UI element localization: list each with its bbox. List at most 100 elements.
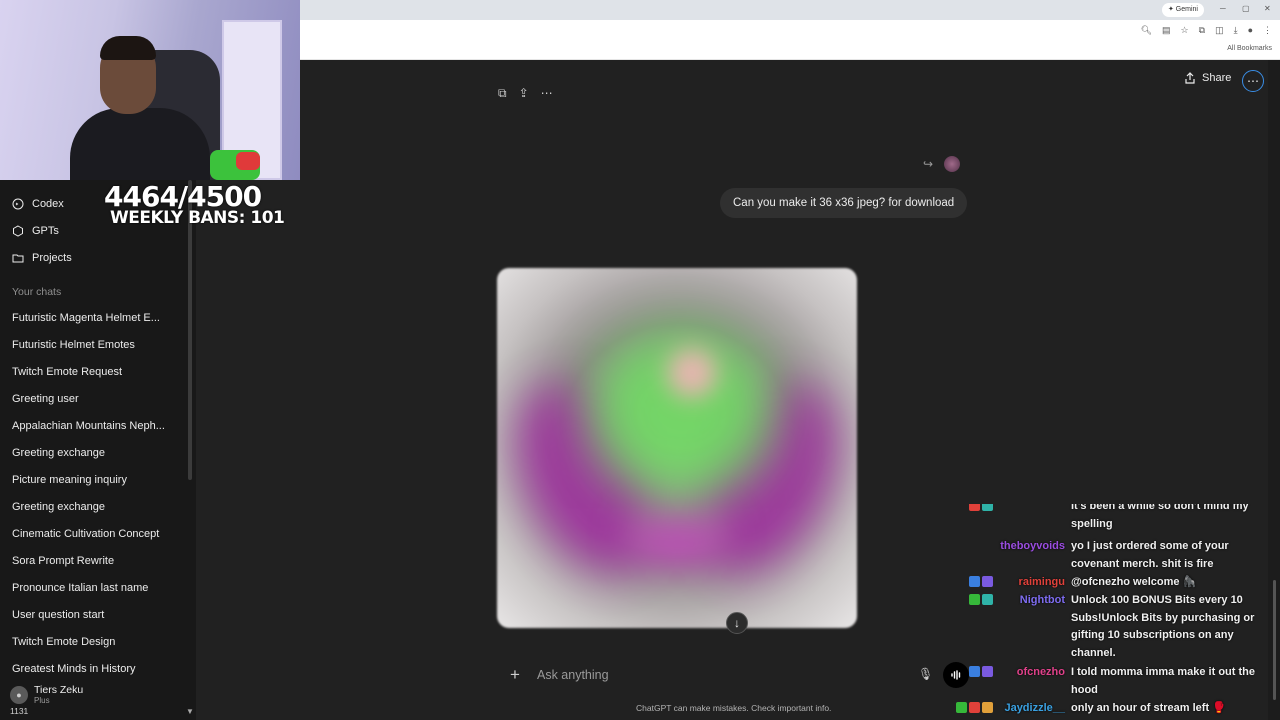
sidebar: Codex GPTs Projects Your chats Futuristi… <box>0 180 196 720</box>
account-info: Tiers Zeku Plus <box>34 684 83 705</box>
share-icon <box>1185 72 1195 84</box>
chat-badge <box>982 504 993 511</box>
chat-username: Nightbot <box>1019 594 1065 606</box>
avatar: ● <box>10 685 28 704</box>
gemini-button[interactable]: ✦ Gemini <box>1162 3 1204 17</box>
chat-badge <box>982 594 993 605</box>
arrow-down-icon: ↓ <box>734 616 740 630</box>
chat-username: theboyvoids <box>1000 540 1065 552</box>
chat-history-item[interactable]: User question start <box>12 609 182 621</box>
chat-badge <box>982 666 993 677</box>
chat-username: ofcnezho <box>1016 666 1065 678</box>
chat-history-item[interactable]: Sora Prompt Rewrite <box>12 555 182 567</box>
chat-text: I told momma imma make it out the hood <box>1071 666 1255 696</box>
scroll-down-button[interactable]: ↓ <box>726 612 748 634</box>
chat-history-item[interactable]: Pronounce Italian last name <box>12 582 182 594</box>
chat-history-item[interactable]: Cinematic Cultivation Concept <box>12 528 182 540</box>
chat-history-item[interactable]: Futuristic Magenta Helmet E... <box>12 312 182 324</box>
address-bar[interactable] <box>300 20 1280 42</box>
extensions-icon[interactable]: ⧉ <box>1199 25 1205 36</box>
chat-badges <box>969 576 993 587</box>
browser-toolbar: 🔍︎ ▤ ☆ ⧉ ◫ ⤓ ● ⋮ <box>1141 25 1272 36</box>
image-actions: ⧉ ⇪ ⋯ <box>498 86 553 101</box>
chat-history-item[interactable]: Appalachian Mountains Neph... <box>12 420 182 432</box>
more-icon[interactable]: ⋯ <box>541 86 553 101</box>
sidebar-item-label: Codex <box>32 198 64 210</box>
chat-badge <box>969 702 980 713</box>
image-blob <box>627 508 727 568</box>
browser-menu-icon[interactable]: ⋮ <box>1263 25 1272 36</box>
chat-badges <box>969 666 993 677</box>
webcam-toy <box>236 152 260 170</box>
webcam-overlay <box>0 0 300 180</box>
account-menu[interactable]: ● Tiers Zeku Plus <box>10 684 83 705</box>
page-icon[interactable]: ▤ <box>1162 25 1171 36</box>
more-options-button[interactable]: ⋯ <box>1242 70 1264 92</box>
weekly-bans: WEEKLY BANS: 101 <box>110 208 285 228</box>
profile-icon[interactable]: ● <box>1248 25 1253 36</box>
maximize-icon[interactable]: ▢ <box>1242 4 1250 13</box>
bookmark-star-icon[interactable]: ☆ <box>1181 25 1189 36</box>
sidebar-item-label: GPTs <box>32 225 59 237</box>
generated-image[interactable] <box>497 268 857 628</box>
chat-badges <box>969 594 993 605</box>
chat-badge <box>969 666 980 677</box>
sidebar-item-gpts[interactable]: GPTs <box>12 221 59 241</box>
share-button[interactable]: Share <box>1184 72 1231 84</box>
chat-history-item[interactable]: Futuristic Helmet Emotes <box>12 339 182 351</box>
chat-badge <box>969 594 980 605</box>
close-window-icon[interactable]: ✕ <box>1264 4 1271 13</box>
reply-icon: ↪ <box>923 157 934 171</box>
your-chats-heading: Your chats <box>12 286 62 298</box>
user-plan: Plus <box>34 696 50 705</box>
split-view-icon[interactable]: ◫ <box>1215 25 1224 36</box>
chat-history-item[interactable]: Greeting exchange <box>12 447 182 459</box>
stream-chat-overlay: It's been a while so don't mind my spell… <box>900 504 1268 720</box>
add-attachment-button[interactable]: + <box>510 665 520 685</box>
chat-badge <box>969 504 980 511</box>
ellipsis-icon: ⋯ <box>1247 74 1259 88</box>
chat-badge <box>982 576 993 587</box>
chat-text: yo I just ordered some of your covenant … <box>1071 540 1229 570</box>
share-image-icon[interactable]: ⇪ <box>519 86 529 101</box>
chat-text: only an hour of stream left 🥊 <box>1071 702 1226 714</box>
gpts-icon <box>13 225 23 237</box>
zoom-icon[interactable]: 🔍︎ <box>1141 25 1152 36</box>
chat-history-item[interactable]: Twitch Emote Design <box>12 636 182 648</box>
copy-icon[interactable]: ⧉ <box>498 86 507 101</box>
chat-username: raimingu <box>1018 576 1065 588</box>
codex-icon <box>12 198 24 210</box>
prompt-input[interactable]: Ask anything <box>537 668 609 682</box>
chat-text: Unlock 100 BONUS Bits every 10 Subs!Unlo… <box>1071 594 1255 659</box>
disclaimer-text: ChatGPT can make mistakes. Check importa… <box>636 703 832 713</box>
projects-icon <box>12 254 24 263</box>
minimize-icon[interactable]: ─ <box>1220 4 1226 13</box>
share-label: Share <box>1202 72 1232 84</box>
chat-badge <box>982 702 993 713</box>
attached-image-thumbnail[interactable] <box>944 156 960 172</box>
all-bookmarks-link[interactable]: All Bookmarks <box>1227 45 1272 52</box>
browser-tab-strip <box>300 0 1280 20</box>
sidebar-item-projects[interactable]: Projects <box>12 248 72 268</box>
bookmarks-bar <box>300 42 1280 60</box>
page-scrollbar-thumb[interactable] <box>1273 580 1276 700</box>
webcam-streamer-hair <box>100 36 156 60</box>
chat-badge <box>956 702 967 713</box>
chat-username: Jaydizzle__ <box>1004 702 1065 714</box>
chat-text: It's been a while so don't mind my spell… <box>1071 504 1249 530</box>
scroll-down-arrow-icon[interactable]: ▼ <box>186 707 194 716</box>
user-message: Can you make it 36 x36 jpeg? for downloa… <box>720 188 968 218</box>
image-blob <box>667 348 717 398</box>
chat-badge <box>969 576 980 587</box>
sidebar-item-label: Projects <box>32 252 72 264</box>
sidebar-item-codex[interactable]: Codex <box>12 194 64 214</box>
viewer-count: 1131 <box>10 706 29 716</box>
screen: { "browser": { "gemini_label": "✦ Gemini… <box>0 0 1280 720</box>
chat-history-item[interactable]: Greeting exchange <box>12 501 182 513</box>
download-icon[interactable]: ⤓ <box>1234 25 1238 36</box>
chat-history-item[interactable]: Greeting user <box>12 393 182 405</box>
chat-history-item[interactable]: Twitch Emote Request <box>12 366 182 378</box>
chat-history-item[interactable]: Picture meaning inquiry <box>12 474 182 486</box>
chat-history-item[interactable]: Greatest Minds in History <box>12 663 182 675</box>
chat-text: @ofcnezho welcome 🦍 <box>1071 576 1197 588</box>
